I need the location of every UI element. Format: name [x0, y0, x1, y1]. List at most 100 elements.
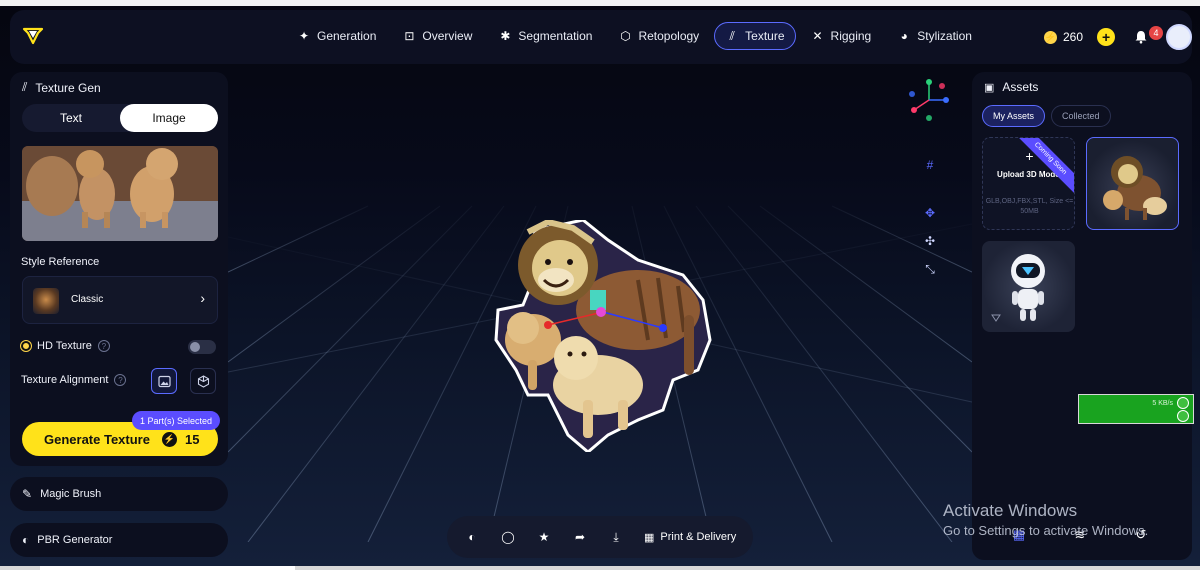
taskbar-segment [40, 566, 295, 570]
orbit-icon[interactable]: ◐ [464, 529, 480, 545]
style-reference-label: Style Reference [21, 256, 100, 268]
texture-icon: ⫽ [729, 28, 735, 43]
parts-selected-badge: 1 Part(s) Selected [132, 411, 221, 430]
mode-text-button[interactable]: Text [22, 104, 120, 132]
scale-icon[interactable]: ⤡ [921, 260, 939, 278]
assets-title: ▣ Assets [984, 80, 1038, 94]
network-speed-widget: 5 KB/s [1078, 394, 1194, 424]
align-model-button[interactable] [190, 368, 216, 394]
pbr-generator-label: PBR Generator [37, 534, 113, 546]
reset-view-icon[interactable]: ◯ [500, 529, 516, 545]
nav-tabs: ✦ Generation ⊡ Overview ✱ Segmentation ⬡ Ret… [286, 22, 983, 52]
panel-title: ⫽ Texture Gen [22, 80, 101, 95]
grid-toggle-icon[interactable]: # [921, 156, 939, 174]
rotate-icon[interactable]: ✣ [921, 232, 939, 250]
download-icon[interactable]: ⤓ [608, 529, 624, 545]
tab-label: Generation [317, 29, 377, 43]
tab-label: Overview [422, 29, 473, 43]
browser-top-edge [0, 0, 1200, 6]
image-icon [157, 375, 171, 387]
tab-overview[interactable]: ⊡ Overview [391, 22, 483, 50]
tab-label: Stylization [917, 29, 972, 43]
texture-gen-panel: ⫽ Texture Gen Text Image Style Reference [10, 72, 228, 466]
download-arrow-icon [1177, 410, 1189, 422]
asset-lion-thumbnail[interactable] [1086, 137, 1179, 230]
texture-alignment-row: Texture Alignment ? [21, 374, 127, 386]
style-name: Classic [71, 294, 104, 305]
tab-stylization[interactable]: ◕ Stylization [886, 22, 983, 50]
reference-image[interactable] [22, 146, 218, 241]
network-speed-text: 5 KB/s [1152, 400, 1173, 407]
cube-mesh-icon: ⬡ [620, 29, 631, 43]
tab-segmentation[interactable]: ✱ Segmentation [487, 22, 603, 50]
gift-icon: ▦ [644, 531, 655, 544]
texture-alignment-label: Texture Alignment [21, 374, 109, 386]
overview-icon: ⊡ [404, 29, 415, 43]
puzzle-icon: ✱ [500, 29, 511, 43]
help-icon[interactable]: ? [114, 374, 127, 386]
panel-title-text: Texture Gen [35, 80, 101, 95]
chevron-right-icon: › [200, 290, 205, 306]
rigging-figure-icon: ✕ [812, 29, 823, 43]
generate-label: Generate Texture [44, 431, 150, 447]
activate-subtitle: Go to Settings to activate Windows. [943, 523, 1149, 538]
print-delivery-button[interactable]: ▦ Print & Delivery [644, 531, 736, 544]
magic-brush-button[interactable]: ✎ Magic Brush [10, 477, 228, 511]
tab-collected[interactable]: Collected [1051, 105, 1111, 127]
magic-brush-label: Magic Brush [40, 488, 102, 500]
hd-texture-label: HD Texture [37, 340, 92, 352]
mode-image-button[interactable]: Image [120, 104, 218, 132]
add-credits-button[interactable]: + [1097, 28, 1116, 46]
generate-cost: 15 [184, 431, 200, 447]
app-window: ✦ Generation ⊡ Overview ✱ Segmentation ⬡ Ret… [0, 0, 1200, 570]
asset-robot-thumbnail[interactable] [982, 241, 1075, 332]
upload-arrow-icon [1177, 397, 1189, 409]
activate-title: Activate Windows [943, 501, 1078, 520]
tab-retopology[interactable]: ⬡ Retopology [607, 22, 710, 50]
coin-icon: ⚡ [1044, 30, 1057, 44]
coming-soon-ribbon: Coming Soon [1011, 138, 1074, 198]
credits-counter[interactable]: ⚡ 260 + [1044, 28, 1116, 46]
bell-icon[interactable] [1134, 30, 1150, 46]
style-thumbnail [33, 288, 59, 314]
tab-label: Texture [745, 29, 785, 43]
box-icon: ▣ [984, 81, 995, 94]
logo-icon[interactable] [22, 25, 44, 47]
pbr-generator-button[interactable]: ◐ PBR Generator [10, 523, 228, 557]
tab-generation[interactable]: ✦ Generation [286, 22, 387, 50]
align-image-button[interactable] [151, 368, 177, 394]
hd-texture-toggle[interactable] [188, 340, 216, 354]
top-navigation: ✦ Generation ⊡ Overview ✱ Segmentation ⬡ Ret… [10, 10, 1192, 64]
help-icon[interactable]: ? [97, 340, 110, 352]
tab-rigging[interactable]: ✕ Rigging [800, 22, 883, 50]
share-icon[interactable]: ➦ [572, 529, 588, 545]
cube-icon [197, 374, 209, 388]
print-delivery-label: Print & Delivery [660, 531, 737, 543]
star-icon[interactable]: ★ [536, 529, 552, 545]
half-circle-icon: ◐ [22, 533, 30, 547]
move-icon[interactable]: ✥ [921, 204, 939, 222]
activate-windows-watermark: Activate Windows Go to Settings to activ… [943, 501, 1148, 538]
tab-label: Segmentation [518, 29, 593, 43]
viewport-toolbar: ◐ ◯ ★ ➦ ⤓ ▦ Print & Delivery [447, 516, 753, 558]
assets-title-text: Assets [1002, 80, 1039, 94]
credits-value: 260 [1063, 30, 1084, 44]
texture-icon: ⫽ [22, 80, 28, 94]
upload-formats: GLB,OBJ,FBX,STL, Size <= 50MB [985, 198, 1074, 215]
hd-coin-icon [21, 341, 31, 351]
hd-texture-row: HD Texture ? [21, 340, 110, 352]
tab-label: Rigging [830, 29, 872, 43]
sparkle-icon: ✦ [298, 29, 310, 43]
magic-wand-icon: ✎ [22, 487, 33, 501]
tab-texture[interactable]: ⫽ Texture [714, 22, 796, 50]
style-selector[interactable]: Classic › [22, 276, 218, 324]
upload-model-card[interactable]: + Upload 3D Model GLB,OBJ,FBX,STL, Size … [982, 137, 1075, 230]
assets-panel: ▣ Assets My Assets Collected + Upload 3D… [972, 72, 1192, 560]
lion-model[interactable] [488, 220, 712, 452]
3d-viewport[interactable]: # ✥ ✣ ⤡ [228, 72, 972, 542]
tab-my-assets[interactable]: My Assets [982, 105, 1046, 127]
axis-gizmo-icon[interactable] [908, 78, 950, 122]
avatar[interactable] [1166, 24, 1192, 50]
assets-tabs: My Assets Collected [982, 105, 1111, 127]
notification-badge: 4 [1149, 26, 1163, 40]
